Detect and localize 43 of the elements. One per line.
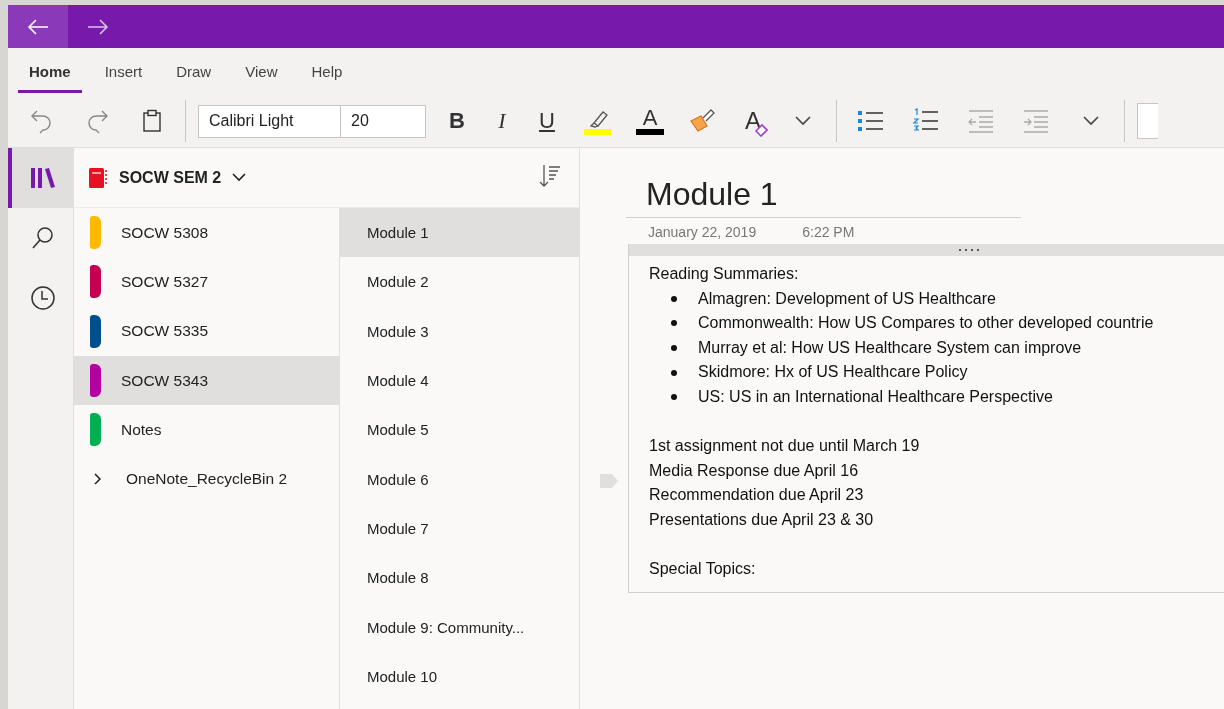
notebook-dropdown[interactable]: SOCW SEM 2 [88, 166, 247, 189]
italic-button[interactable]: I [485, 101, 519, 141]
page-item[interactable]: Module 2 [340, 257, 579, 307]
underline-button[interactable]: U [530, 101, 564, 141]
bold-button[interactable]: B [440, 101, 474, 141]
ribbon-tab[interactable]: Draw [165, 50, 223, 93]
section-item[interactable]: SOCW 5308 [74, 208, 339, 258]
bullet-text: Commonwealth: How US Compares to other developed countrie [698, 313, 1154, 334]
bullet-text: Skidmore: Hx of US Healthcare Policy [698, 362, 968, 383]
note-text: Recommendation due April 23 [649, 485, 865, 506]
note-text: Presentations due April 23 & 30 [649, 509, 875, 530]
section-item[interactable]: Notes [74, 405, 339, 455]
note-text: 1st assignment not due until March 19 [649, 436, 921, 457]
page-item[interactable]: Module 8 [340, 553, 579, 603]
page-item[interactable]: Module 7 [340, 503, 579, 554]
page-item[interactable]: Module 1 [340, 208, 579, 258]
page-item[interactable]: Module 5 [340, 405, 579, 455]
section-group-item[interactable]: OneNote_RecycleBin 2 [74, 454, 339, 504]
page-item[interactable]: Module 9: Community... [340, 602, 579, 652]
bullet-text: Murray et al: How US Healthcare System can improve [698, 337, 1082, 358]
page-title: Module 1 [626, 176, 1021, 218]
clear-formatting-button[interactable]: A [736, 101, 770, 141]
page-time: 6:22 PM [802, 224, 855, 240]
page-item[interactable]: Module 6 [340, 454, 579, 504]
note-text: Special Topics: [649, 559, 757, 580]
ribbon-tab[interactable]: Help [300, 50, 354, 93]
ribbon-tab[interactable]: Insert [93, 50, 154, 93]
ribbon-tab[interactable]: Home [18, 50, 82, 93]
section-item[interactable]: SOCW 5343 [74, 355, 339, 406]
bullet-text: US: US in an International Healthcare Perspective [698, 386, 1053, 407]
note-text: Media Response due April 16 [649, 460, 860, 481]
font-name-field[interactable]: Calibri Light [198, 104, 341, 138]
note-text: Reading Summaries: [649, 264, 800, 284]
bullet-text: Almagren: Development of US Healthcare [698, 288, 996, 309]
section-item[interactable]: SOCW 5335 [74, 306, 339, 356]
section-item[interactable]: SOCW 5327 [74, 257, 339, 307]
page-item[interactable]: Module 4 [340, 355, 579, 406]
font-size-field[interactable]: 20 [341, 104, 426, 138]
page-item[interactable]: Module 10 [340, 651, 579, 701]
page-item[interactable]: Module 3 [340, 306, 579, 356]
font-color-button[interactable]: A [630, 101, 670, 141]
page-date: January 22, 2019 [648, 224, 757, 240]
ribbon-tab[interactable]: View [234, 50, 289, 93]
